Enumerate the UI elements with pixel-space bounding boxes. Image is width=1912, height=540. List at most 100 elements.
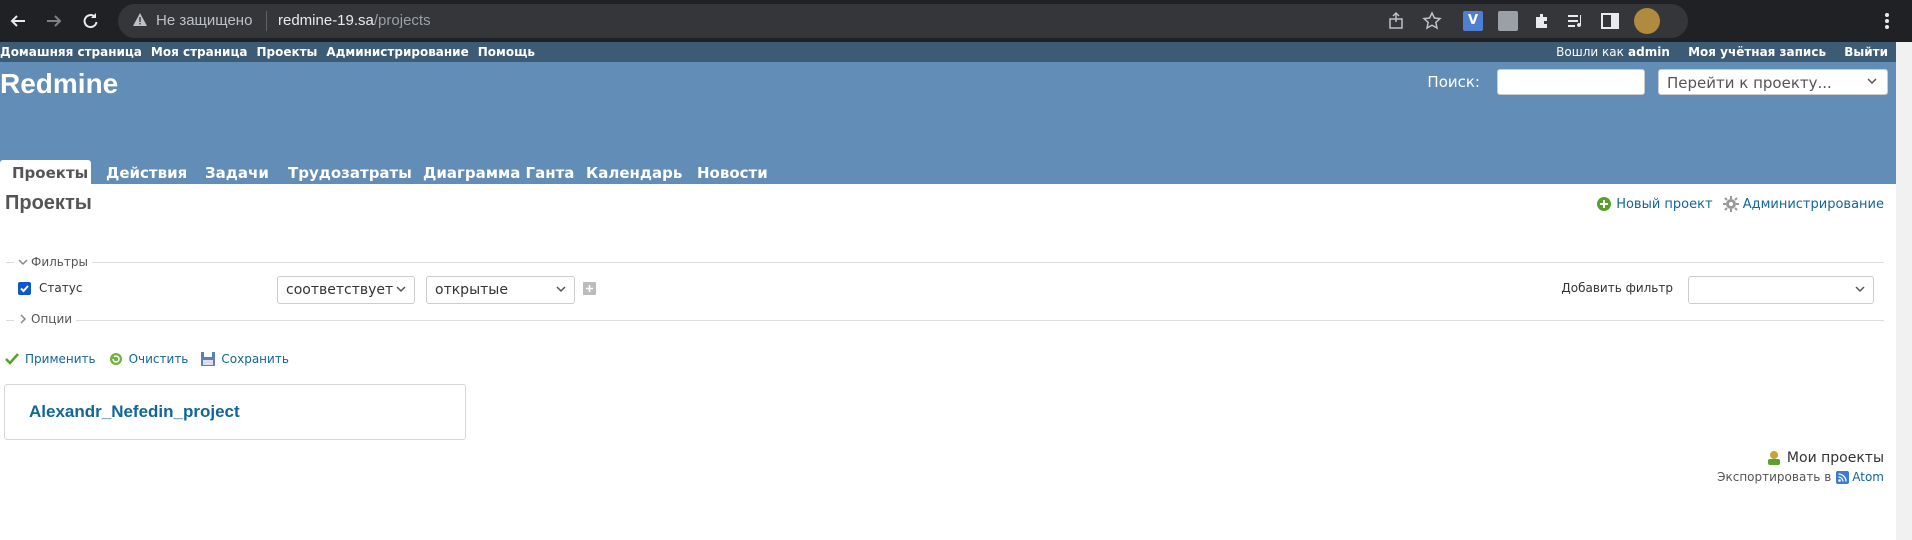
apply-label: Применить xyxy=(25,352,96,366)
extension-v-icon[interactable]: V xyxy=(1463,11,1483,31)
my-account-link[interactable]: Моя учётная запись xyxy=(1688,45,1826,59)
tab-activity[interactable]: Действия xyxy=(94,160,199,184)
address-separator xyxy=(266,11,267,31)
side-panel-icon[interactable] xyxy=(1600,11,1620,31)
url-host: redmine-19.sa xyxy=(278,12,374,29)
user-icon xyxy=(1767,451,1780,465)
status-operator-value: соответствует xyxy=(286,282,394,298)
status-checkbox[interactable] xyxy=(18,281,31,295)
plus-icon xyxy=(586,285,593,292)
top-menu-help[interactable]: Помощь xyxy=(478,45,535,59)
browser-menu-icon[interactable] xyxy=(1884,12,1890,30)
logout-link[interactable]: Выйти xyxy=(1844,45,1888,59)
browser-chrome: Не защищено redmine-19.sa/projects V xyxy=(0,0,1912,42)
administration-link[interactable]: Администрирование xyxy=(1722,196,1884,212)
my-projects-label: Мои проекты xyxy=(1786,450,1884,466)
status-label[interactable]: Статус xyxy=(39,281,82,295)
jump-to-project-select[interactable]: Перейти к проекту... xyxy=(1658,69,1888,95)
gear-icon xyxy=(1722,196,1739,212)
filters-legend-label: Фильтры xyxy=(31,255,88,269)
options-legend[interactable]: Опции xyxy=(14,312,77,326)
apply-link[interactable]: Применить xyxy=(4,351,96,367)
save-icon xyxy=(201,352,216,366)
tab-issues[interactable]: Задачи xyxy=(193,160,281,184)
project-card: Alexandr_Nefedin_project xyxy=(4,384,466,440)
back-button[interactable] xyxy=(6,9,30,33)
export-links: Экспортировать в Atom xyxy=(1717,470,1884,484)
filters-border xyxy=(6,262,1884,263)
status-value-select[interactable]: открытые xyxy=(426,276,575,304)
media-control-icon[interactable] xyxy=(1566,11,1586,31)
add-filter-label: Добавить фильтр xyxy=(1561,281,1673,295)
clear-link[interactable]: Очистить xyxy=(108,351,189,367)
filters-legend[interactable]: Фильтры xyxy=(14,255,92,269)
extension-image-icon[interactable] xyxy=(1498,11,1518,31)
reload-icon xyxy=(83,13,98,29)
chevron-down-icon xyxy=(396,286,406,293)
logged-as-prefix: Вошли как xyxy=(1556,45,1624,59)
options-border xyxy=(6,320,1884,321)
add-icon xyxy=(1597,197,1612,211)
share-icon[interactable] xyxy=(1388,12,1406,30)
warning-icon xyxy=(133,13,147,26)
feed-icon xyxy=(1836,470,1850,484)
status-operator-select[interactable]: соответствует xyxy=(277,276,415,304)
star-icon[interactable] xyxy=(1422,11,1442,31)
top-menu-administration[interactable]: Администрирование xyxy=(326,45,468,59)
new-project-link[interactable]: Новый проект xyxy=(1596,196,1713,212)
page-scrollbar[interactable] xyxy=(1896,42,1912,540)
forward-button[interactable] xyxy=(42,9,66,33)
url-path: /projects xyxy=(373,12,431,29)
export-label: Экспортировать в xyxy=(1717,470,1832,484)
toggle-multi-select-button[interactable] xyxy=(583,282,596,295)
save-link[interactable]: Сохранить xyxy=(200,351,289,367)
my-projects-link[interactable]: Мои проекты xyxy=(1766,450,1884,466)
atom-label: Atom xyxy=(1852,470,1884,484)
tab-calendar[interactable]: Календарь xyxy=(574,160,694,184)
administration-label: Администрирование xyxy=(1742,196,1884,212)
top-menu-my-page[interactable]: Моя страница xyxy=(151,45,248,59)
reload-icon xyxy=(109,353,122,365)
chevron-down-icon xyxy=(1855,286,1865,293)
search-input[interactable] xyxy=(1497,69,1645,95)
extensions-puzzle-icon[interactable] xyxy=(1532,11,1552,31)
url-text[interactable]: redmine-19.sa/projects xyxy=(278,12,431,29)
tab-news[interactable]: Новости xyxy=(685,160,780,184)
checkmark-icon xyxy=(5,353,19,365)
search-label: Поиск: xyxy=(1427,73,1480,91)
content: Проекты Новый проект Администрирование Ф… xyxy=(0,184,1896,540)
back-arrow-icon xyxy=(10,15,25,27)
filter-status-row: Статус xyxy=(18,281,82,295)
chevron-down-icon xyxy=(18,259,28,266)
options-legend-label: Опции xyxy=(31,312,73,326)
project-link[interactable]: Alexandr_Nefedin_project xyxy=(29,402,240,422)
reload-button[interactable] xyxy=(78,9,102,33)
tab-gantt[interactable]: Диаграмма Ганта xyxy=(411,160,586,184)
forward-arrow-icon xyxy=(47,15,62,27)
security-label[interactable]: Не защищено xyxy=(156,12,252,29)
atom-link[interactable]: Atom xyxy=(1836,470,1884,484)
profile-avatar-icon[interactable] xyxy=(1634,8,1660,34)
logged-as-user[interactable]: admin xyxy=(1628,45,1670,59)
top-menu-projects[interactable]: Проекты xyxy=(256,45,317,59)
query-actions: Применить Очистить Сохранить xyxy=(4,351,301,367)
chevron-down-icon xyxy=(1867,78,1877,85)
header: Redmine Поиск: Перейти к проекту... Прое… xyxy=(0,62,1896,184)
contextual-links: Новый проект Администрирование xyxy=(1590,196,1884,216)
jump-to-project-value: Перейти к проекту... xyxy=(1667,74,1832,92)
save-label: Сохранить xyxy=(221,352,289,366)
chevron-right-icon xyxy=(20,314,27,324)
tab-time-entries[interactable]: Трудозатраты xyxy=(276,160,424,184)
new-project-label: Новый проект xyxy=(1616,196,1713,212)
status-value-value: открытые xyxy=(435,282,508,298)
tab-projects[interactable]: Проекты xyxy=(0,160,91,184)
top-menu: Домашняя страница Моя страница Проекты Адми… xyxy=(0,42,1896,62)
clear-label: Очистить xyxy=(128,352,189,366)
site-title[interactable]: Redmine xyxy=(0,68,118,100)
address-bar[interactable]: Не защищено redmine-19.sa/projects V xyxy=(118,4,1688,38)
page-title: Проекты xyxy=(5,192,92,214)
add-filter-select[interactable] xyxy=(1688,276,1874,304)
page-viewport: Домашняя страница Моя страница Проекты Адми… xyxy=(0,42,1896,540)
check-icon xyxy=(20,284,29,292)
top-menu-home[interactable]: Домашняя страница xyxy=(0,45,142,59)
